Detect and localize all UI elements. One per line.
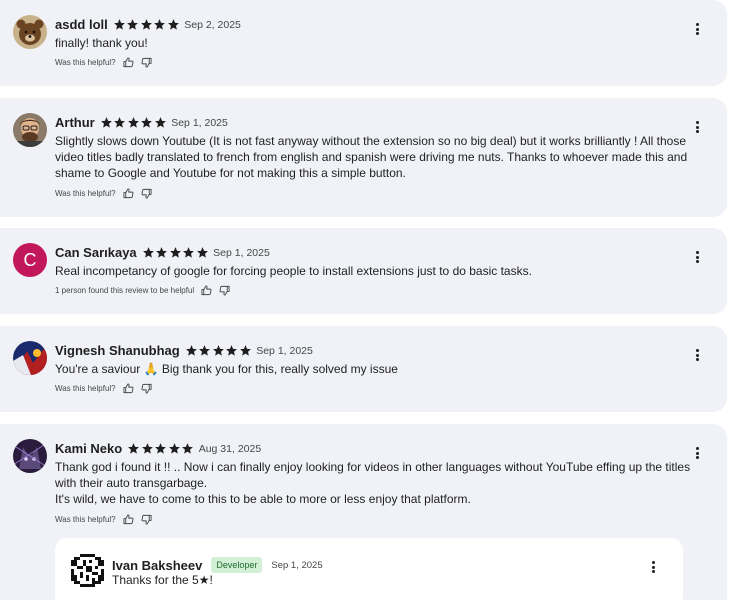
helpful-row: Was this helpful?: [55, 57, 152, 68]
review-text: Slightly slows down Youtube (It is not f…: [55, 134, 688, 180]
star-rating: [127, 442, 195, 455]
more-options-icon[interactable]: [692, 120, 702, 134]
star-icon: [127, 19, 139, 30]
star-icon: [114, 117, 126, 128]
reply-date: Sep 1, 2025: [271, 559, 323, 571]
avatar: [13, 439, 47, 473]
avatar-letter: C: [23, 249, 37, 270]
more-options-icon[interactable]: [692, 250, 702, 264]
star-icon: [100, 117, 112, 128]
star-rating: [142, 246, 210, 259]
helpful-row: Was this helpful?: [55, 514, 152, 525]
star-icon: [141, 117, 153, 128]
review-text: finally! thank you!: [55, 36, 148, 50]
review-text-line: Thank god i found it !! .. Now i can fin…: [55, 460, 691, 490]
review-text: Real incompetancy of google for forcing …: [55, 264, 532, 278]
review-date: Sep 1, 2025: [171, 116, 228, 129]
helpful-label: Was this helpful?: [55, 515, 116, 524]
star-icon: [183, 247, 195, 258]
star-rating: [100, 116, 168, 129]
thumbs-down-icon[interactable]: [219, 285, 230, 296]
review-card: C Can Sarıkaya Sep 1, 2025 Real incompet…: [0, 228, 727, 314]
reviewer-name: Arthur: [55, 115, 95, 130]
reviewer-name: Vignesh Shanubhag: [55, 343, 180, 358]
review-card: Arthur Sep 1, 2025 Slightly slows down Y…: [0, 98, 727, 217]
star-icon: [154, 19, 166, 30]
star-icon: [185, 345, 197, 356]
review-card: Vignesh Shanubhag Sep 1, 2025 You're a s…: [0, 326, 727, 412]
thumbs-up-icon[interactable]: [123, 57, 134, 68]
thumbs-up-icon[interactable]: [123, 514, 134, 525]
star-rating: [113, 18, 181, 31]
star-icon: [226, 345, 238, 356]
more-options-icon[interactable]: [692, 22, 702, 36]
developer-avatar: [71, 554, 104, 587]
helpful-label: 1 person found this review to be helpful: [55, 286, 195, 295]
developer-name: Ivan Baksheev: [112, 557, 203, 573]
more-options-icon[interactable]: [692, 446, 702, 460]
helpful-label: Was this helpful?: [55, 384, 116, 393]
star-icon: [212, 345, 224, 356]
more-options-icon[interactable]: [692, 348, 702, 362]
star-icon: [168, 443, 180, 454]
review-text: You're a saviour 🙏 Big thank you for thi…: [55, 362, 398, 376]
star-icon: [156, 247, 168, 258]
more-options-icon[interactable]: [648, 560, 658, 574]
review-date: Sep 1, 2025: [256, 344, 313, 357]
thumbs-up-icon[interactable]: [123, 188, 134, 199]
thumbs-up-icon[interactable]: [123, 383, 134, 394]
star-icon: [140, 19, 152, 30]
avatar: [13, 341, 47, 375]
avatar: [13, 15, 47, 49]
star-icon: [155, 443, 167, 454]
helpful-label: Was this helpful?: [55, 189, 116, 198]
star-icon: [182, 443, 194, 454]
review-date: Sep 2, 2025: [184, 18, 241, 31]
review-text-line: It's wild, we have to come to this to be…: [55, 492, 471, 506]
developer-badge: Developer: [211, 557, 263, 573]
reviewer-name: Kami Neko: [55, 441, 123, 456]
helpful-row: 1 person found this review to be helpful: [55, 285, 230, 296]
reviewer-name: Can Sarıkaya: [55, 245, 137, 260]
star-icon: [169, 247, 181, 258]
star-icon: [199, 345, 211, 356]
star-icon: [127, 117, 139, 128]
star-icon: [196, 247, 208, 258]
star-icon: [239, 345, 251, 356]
thumbs-down-icon[interactable]: [141, 514, 152, 525]
avatar: [13, 113, 47, 147]
avatar: C: [13, 243, 47, 277]
developer-reply-card: Ivan Baksheev Developer Sep 1, 2025 Than…: [55, 538, 683, 600]
reply-text: Thanks for the 5★!: [112, 573, 213, 587]
helpful-row: Was this helpful?: [55, 383, 152, 394]
thumbs-down-icon[interactable]: [141, 57, 152, 68]
star-icon: [141, 443, 153, 454]
review-text: Thank god i found it !! .. Now i can fin…: [55, 459, 691, 507]
star-rating: [185, 344, 253, 357]
star-icon: [113, 19, 125, 30]
reviewer-name: asdd loll: [55, 17, 108, 32]
review-date: Sep 1, 2025: [213, 246, 270, 259]
star-icon: [154, 117, 166, 128]
thumbs-up-icon[interactable]: [201, 285, 212, 296]
review-card: asdd loll Sep 2, 2025 finally! thank you…: [0, 0, 727, 86]
review-date: Aug 31, 2025: [198, 442, 262, 455]
helpful-label: Was this helpful?: [55, 58, 116, 67]
star-icon: [167, 19, 179, 30]
star-icon: [128, 443, 140, 454]
thumbs-down-icon[interactable]: [141, 383, 152, 394]
star-icon: [142, 247, 154, 258]
thumbs-down-icon[interactable]: [141, 188, 152, 199]
helpful-row: Was this helpful?: [55, 188, 152, 199]
